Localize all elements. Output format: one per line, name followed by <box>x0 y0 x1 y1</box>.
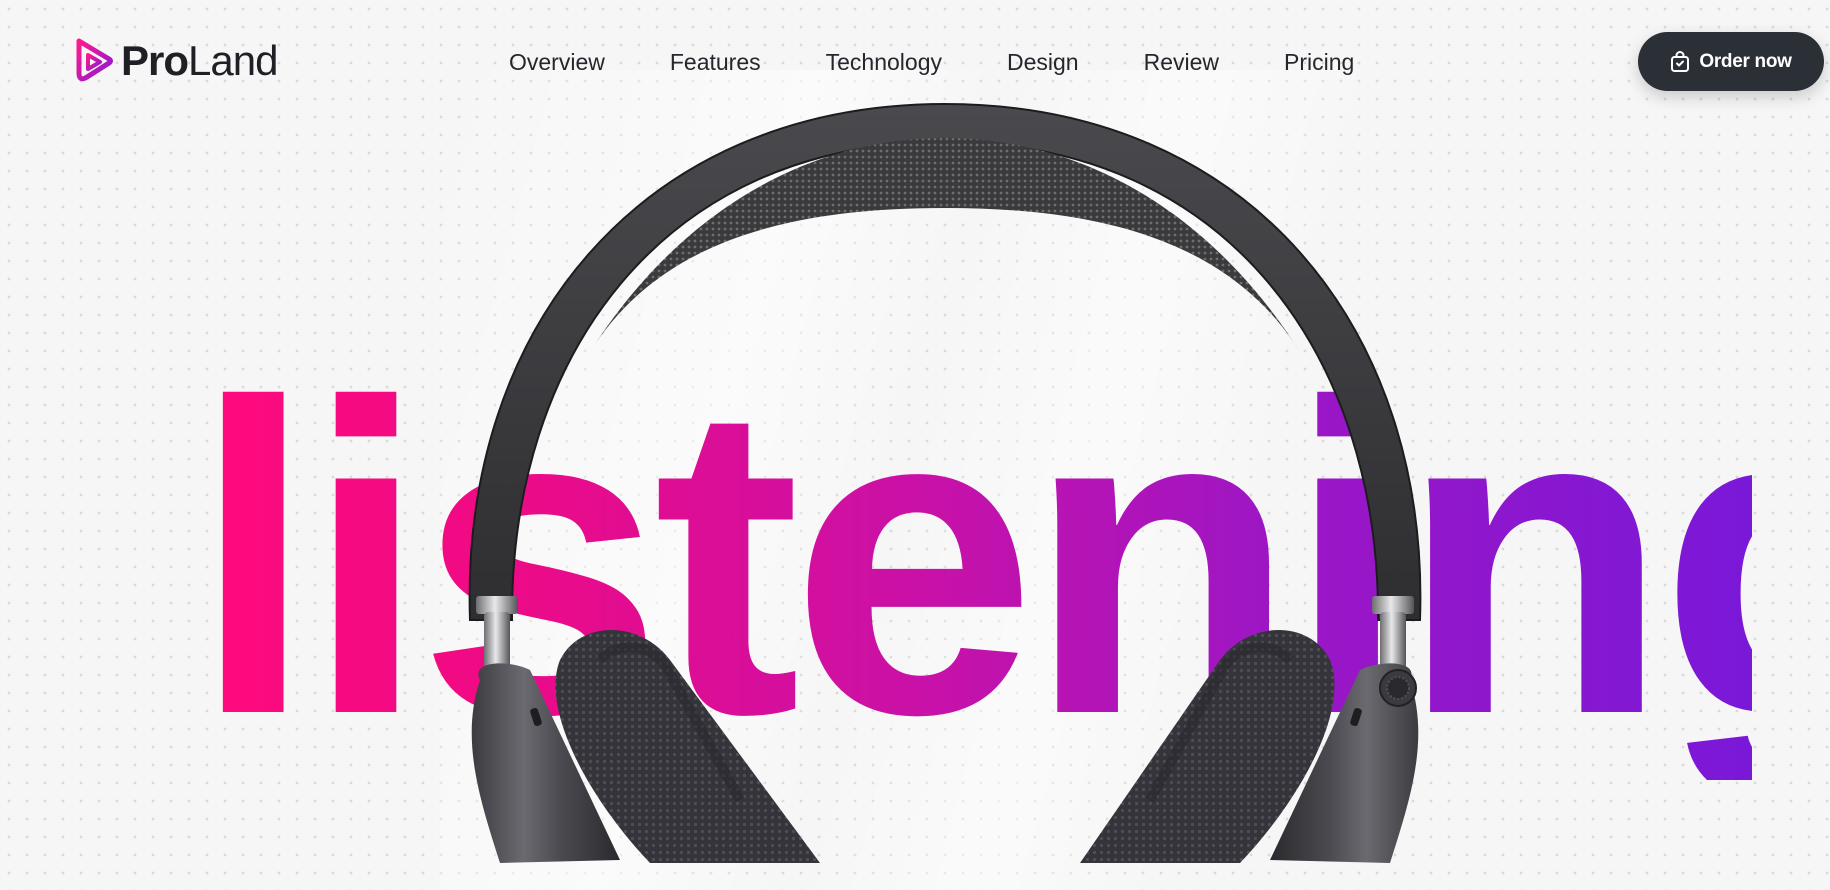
nav-item-features[interactable]: Features <box>670 48 761 76</box>
play-triangle-logo-icon <box>73 37 115 85</box>
main-nav: Overview Features Technology Design Revi… <box>509 48 1354 76</box>
brand-name: ProLand <box>121 37 278 84</box>
shopping-bag-icon <box>1670 50 1690 73</box>
brand-name-strong: Pro <box>121 37 189 84</box>
headphones-image <box>440 100 1450 863</box>
brand-name-light: Land <box>188 37 278 84</box>
order-now-button[interactable]: Order now <box>1638 32 1824 91</box>
nav-item-design[interactable]: Design <box>1007 48 1079 76</box>
nav-item-overview[interactable]: Overview <box>509 48 605 76</box>
brand-logo[interactable]: ProLand <box>73 36 278 86</box>
nav-item-review[interactable]: Review <box>1144 48 1219 76</box>
nav-item-pricing[interactable]: Pricing <box>1284 48 1354 76</box>
nav-item-technology[interactable]: Technology <box>826 48 942 76</box>
site-header: ProLand Overview Features Technology Des… <box>0 0 1830 124</box>
order-now-label: Order now <box>1699 50 1792 72</box>
